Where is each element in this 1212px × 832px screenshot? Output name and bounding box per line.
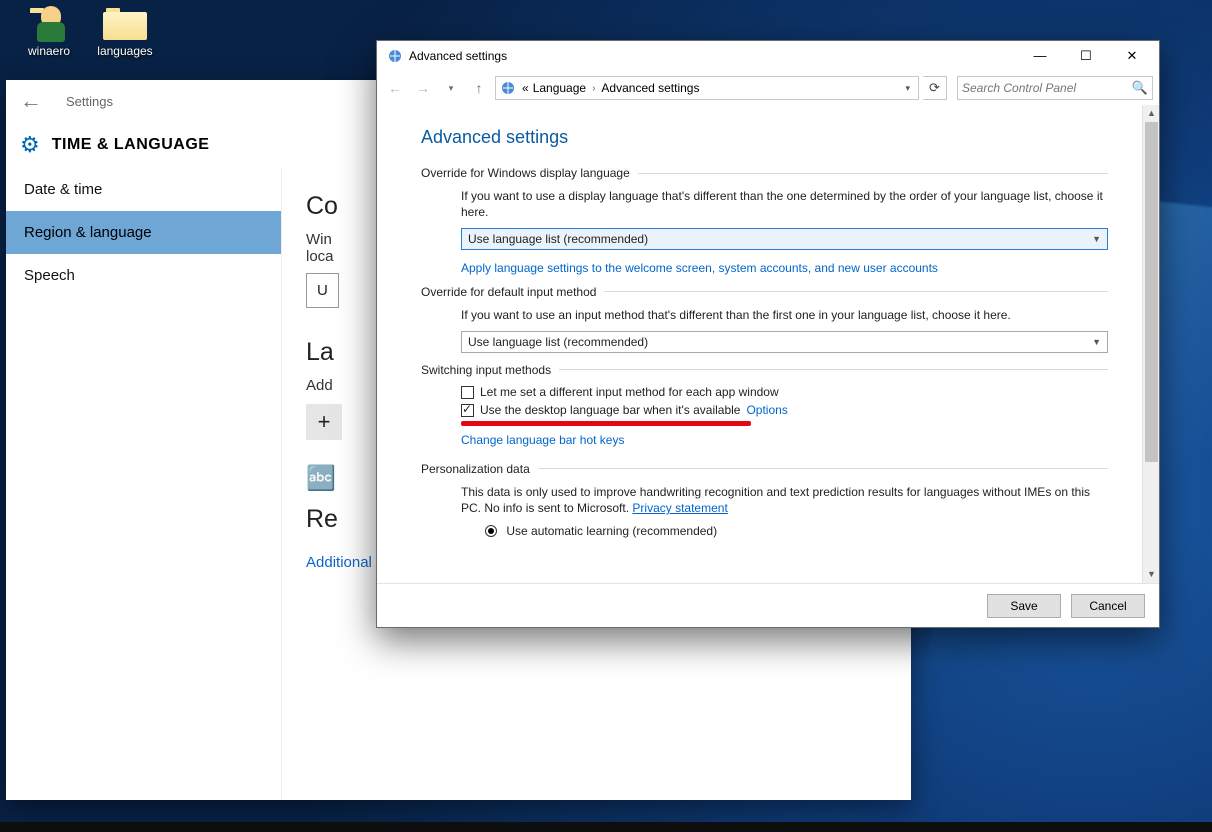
divider	[604, 291, 1108, 292]
settings-app-label: Settings	[66, 94, 113, 109]
input-method-dropdown[interactable]: Use language list (recommended) ▼	[461, 331, 1108, 353]
back-arrow-icon[interactable]: ←	[20, 88, 42, 114]
nav-up-button[interactable]: ↑	[467, 76, 491, 100]
desktop-icon-label: languages	[97, 44, 152, 58]
gear-icon: ⚙	[20, 132, 40, 158]
breadcrumb[interactable]: « Language › Advanced settings ▾	[495, 76, 919, 100]
search-box[interactable]: 🔍	[957, 76, 1153, 100]
annotation-underline	[461, 421, 751, 426]
section-desc: If you want to use an input method that'…	[461, 307, 1108, 323]
control-panel-language-icon	[500, 80, 516, 96]
divider	[559, 369, 1108, 370]
nav-speech[interactable]: Speech	[6, 254, 281, 297]
window-title: Advanced settings	[409, 49, 1017, 63]
checkbox-desktop-language-bar[interactable]	[461, 404, 474, 417]
checkbox-label: Let me set a different input method for …	[480, 385, 779, 399]
cancel-button[interactable]: Cancel	[1071, 594, 1145, 618]
link-apply-welcome-screen[interactable]: Apply language settings to the welcome s…	[461, 261, 938, 275]
page-heading: Advanced settings	[421, 127, 1108, 148]
display-language-dropdown[interactable]: Use language list (recommended) ▼	[461, 228, 1108, 250]
desktop-icon-winaero[interactable]: winaero	[12, 4, 86, 58]
nav-back-button[interactable]: ←	[383, 76, 407, 100]
control-panel-language-icon	[387, 48, 403, 64]
advanced-settings-window: Advanced settings — ☐ ✕ ← → ▾ ↑ « Langua…	[376, 40, 1160, 628]
window-titlebar[interactable]: Advanced settings — ☐ ✕	[377, 41, 1159, 71]
close-button[interactable]: ✕	[1109, 41, 1155, 71]
section-desc: This data is only used to improve handwr…	[461, 484, 1108, 516]
breadcrumb-prefix: «	[520, 81, 531, 95]
divider	[538, 468, 1108, 469]
vertical-scrollbar[interactable]: ▲ ▼	[1142, 105, 1159, 583]
desktop-icon-label: winaero	[28, 44, 70, 58]
content-pane: Advanced settings Override for Windows d…	[377, 105, 1142, 583]
section-title-input-method: Override for default input method	[421, 285, 596, 299]
minimize-button[interactable]: —	[1017, 41, 1063, 71]
chevron-down-icon: ▼	[1092, 234, 1101, 244]
link-change-hotkeys[interactable]: Change language bar hot keys	[461, 433, 624, 447]
desktop-icon-languages[interactable]: languages	[88, 4, 162, 58]
search-icon[interactable]: 🔍	[1132, 80, 1148, 96]
section-title-switching: Switching input methods	[421, 363, 551, 377]
settings-nav: Date & time Region & language Speech	[6, 168, 281, 800]
search-input[interactable]	[962, 81, 1132, 95]
nav-recent-button[interactable]: ▾	[439, 76, 463, 100]
refresh-button[interactable]: ⟳	[923, 76, 947, 100]
scroll-up-icon[interactable]: ▲	[1143, 105, 1159, 122]
person-icon	[27, 4, 71, 40]
scrollbar-thumb[interactable]	[1145, 122, 1158, 462]
nav-forward-button[interactable]: →	[411, 76, 435, 100]
chevron-right-icon: ›	[588, 83, 599, 94]
link-options[interactable]: Options	[746, 403, 787, 417]
nav-date-time[interactable]: Date & time	[6, 168, 281, 211]
country-dropdown[interactable]: U	[306, 273, 339, 308]
folder-icon	[103, 4, 147, 40]
dropdown-value: Use language list (recommended)	[468, 335, 1092, 349]
checkbox-label: Use the desktop language bar when it's a…	[480, 403, 740, 417]
address-bar: ← → ▾ ↑ « Language › Advanced settings ▾…	[377, 71, 1159, 105]
section-title-personalization: Personalization data	[421, 462, 530, 476]
section-desc: If you want to use a display language th…	[461, 188, 1108, 220]
settings-category-title: TIME & LANGUAGE	[52, 136, 210, 154]
dropdown-value: Use language list (recommended)	[468, 232, 1092, 246]
save-button[interactable]: Save	[987, 594, 1061, 618]
chevron-down-icon: ▼	[1092, 337, 1101, 347]
maximize-button[interactable]: ☐	[1063, 41, 1109, 71]
breadcrumb-language[interactable]: Language	[531, 81, 588, 95]
nav-region-language[interactable]: Region & language	[6, 211, 281, 254]
link-privacy-statement[interactable]: Privacy statement	[632, 501, 727, 515]
breadcrumb-advanced[interactable]: Advanced settings	[599, 81, 701, 95]
dialog-footer: Save Cancel	[377, 583, 1159, 627]
breadcrumb-dropdown-icon[interactable]: ▾	[899, 83, 916, 94]
checkbox-per-app-input[interactable]	[461, 386, 474, 399]
add-language-button[interactable]: +	[306, 404, 342, 440]
section-title-display-language: Override for Windows display language	[421, 166, 630, 180]
taskbar[interactable]	[0, 822, 1212, 832]
radio-automatic-learning[interactable]	[485, 525, 497, 537]
scroll-down-icon[interactable]: ▼	[1143, 566, 1159, 583]
divider	[638, 173, 1108, 174]
radio-label: Use automatic learning (recommended)	[506, 524, 717, 538]
